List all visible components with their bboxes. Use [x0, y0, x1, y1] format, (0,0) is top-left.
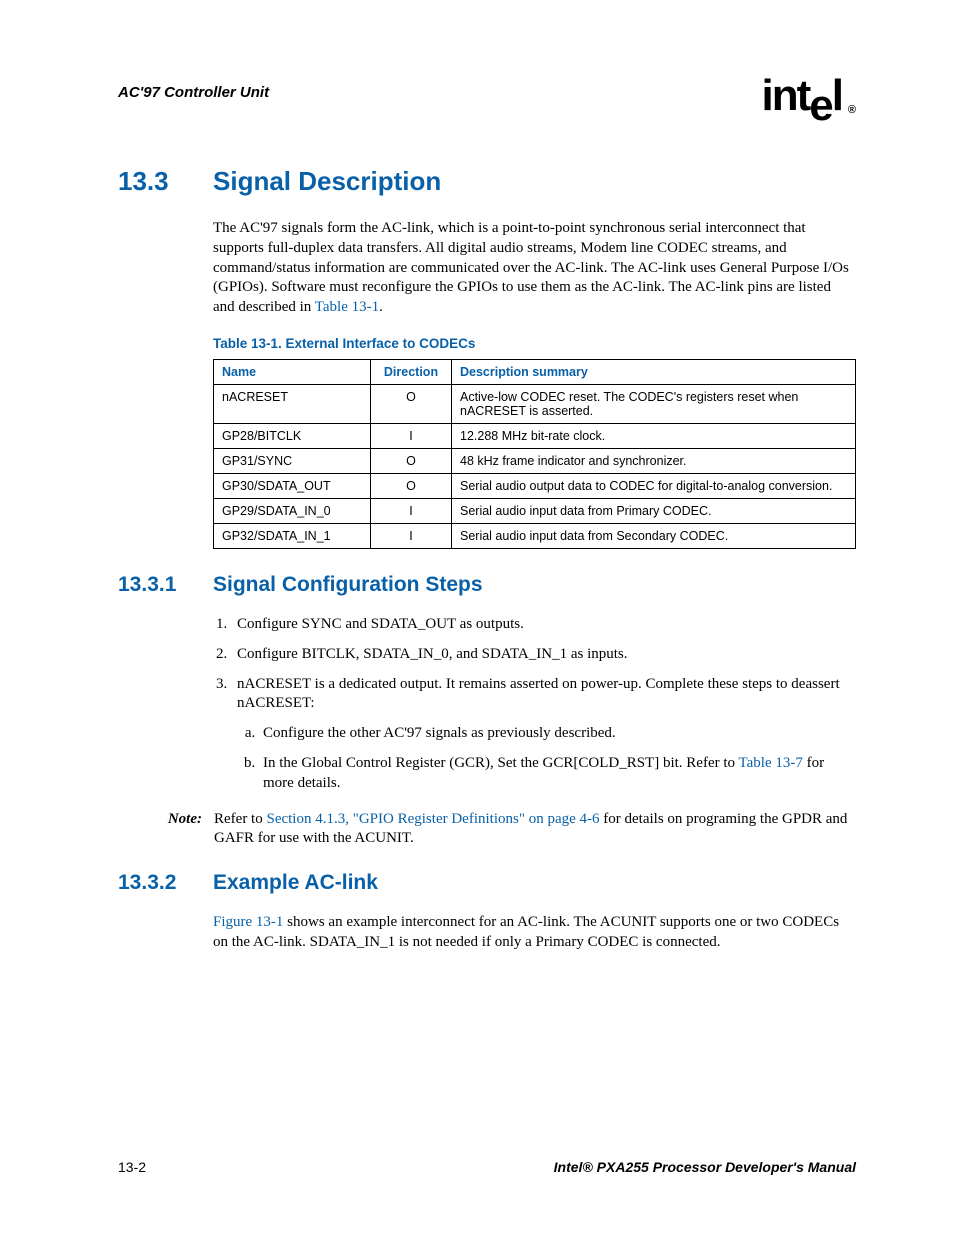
note-label: Note: — [150, 810, 202, 850]
table-caption: Table 13-1. External Interface to CODECs — [213, 336, 856, 351]
codec-table: Name Direction Description summary nACRE… — [213, 359, 856, 549]
steps-list: Configure SYNC and SDATA_OUT as outputs.… — [213, 615, 856, 794]
list-item: Configure BITCLK, SDATA_IN_0, and SDATA_… — [231, 645, 856, 665]
list-item: Configure SYNC and SDATA_OUT as outputs. — [231, 615, 856, 635]
col-direction: Direction — [371, 359, 452, 384]
para-13-3-2: Figure 13-1 shows an example interconnec… — [213, 913, 856, 953]
note-block: Note: Refer to Section 4.1.3, "GPIO Regi… — [118, 810, 856, 850]
link-figure-13-1[interactable]: Figure 13-1 — [213, 914, 283, 930]
page-number: 13-2 — [118, 1159, 146, 1175]
note-text: Refer to Section 4.1.3, "GPIO Register D… — [214, 810, 856, 850]
list-item: Configure the other AC'97 signals as pre… — [259, 724, 856, 744]
col-description: Description summary — [452, 359, 856, 384]
sub-steps-list: Configure the other AC'97 signals as pre… — [237, 724, 856, 793]
para-13-3: The AC'97 signals form the AC-link, whic… — [213, 219, 856, 318]
heading-number: 13.3.1 — [118, 573, 213, 597]
link-table-13-7[interactable]: Table 13-7 — [739, 755, 803, 771]
heading-title: Signal Configuration Steps — [213, 573, 483, 597]
table-row: GP31/SYNC O 48 kHz frame indicator and s… — [214, 448, 856, 473]
heading-number: 13.3.2 — [118, 871, 213, 895]
manual-title: Intel® PXA255 Processor Developer's Manu… — [554, 1159, 856, 1175]
heading-13-3-2: 13.3.2 Example AC-link — [118, 871, 856, 895]
list-item: nACRESET is a dedicated output. It remai… — [231, 675, 856, 794]
header-section-title: AC'97 Controller Unit — [118, 74, 269, 101]
heading-number: 13.3 — [118, 166, 213, 197]
heading-title: Signal Description — [213, 166, 441, 197]
table-row: GP29/SDATA_IN_0 I Serial audio input dat… — [214, 498, 856, 523]
list-item: In the Global Control Register (GCR), Se… — [259, 754, 856, 794]
table-row: GP30/SDATA_OUT O Serial audio output dat… — [214, 473, 856, 498]
link-table-13-1[interactable]: Table 13-1 — [315, 299, 379, 315]
heading-title: Example AC-link — [213, 871, 378, 895]
page-header: AC'97 Controller Unit intel® — [118, 74, 856, 118]
table-header-row: Name Direction Description summary — [214, 359, 856, 384]
registered-icon: ® — [848, 105, 856, 116]
link-section-4-1-3[interactable]: Section 4.1.3, "GPIO Register Definition… — [266, 811, 599, 827]
heading-13-3: 13.3 Signal Description — [118, 166, 856, 197]
table-row: GP28/BITCLK I 12.288 MHz bit-rate clock. — [214, 423, 856, 448]
intel-logo: intel® — [762, 74, 856, 118]
page-footer: 13-2 Intel® PXA255 Processor Developer's… — [118, 1159, 856, 1175]
table-row: nACRESET O Active-low CODEC reset. The C… — [214, 384, 856, 423]
page: AC'97 Controller Unit intel® 13.3 Signal… — [0, 0, 954, 1235]
heading-13-3-1: 13.3.1 Signal Configuration Steps — [118, 573, 856, 597]
table-row: GP32/SDATA_IN_1 I Serial audio input dat… — [214, 523, 856, 548]
col-name: Name — [214, 359, 371, 384]
